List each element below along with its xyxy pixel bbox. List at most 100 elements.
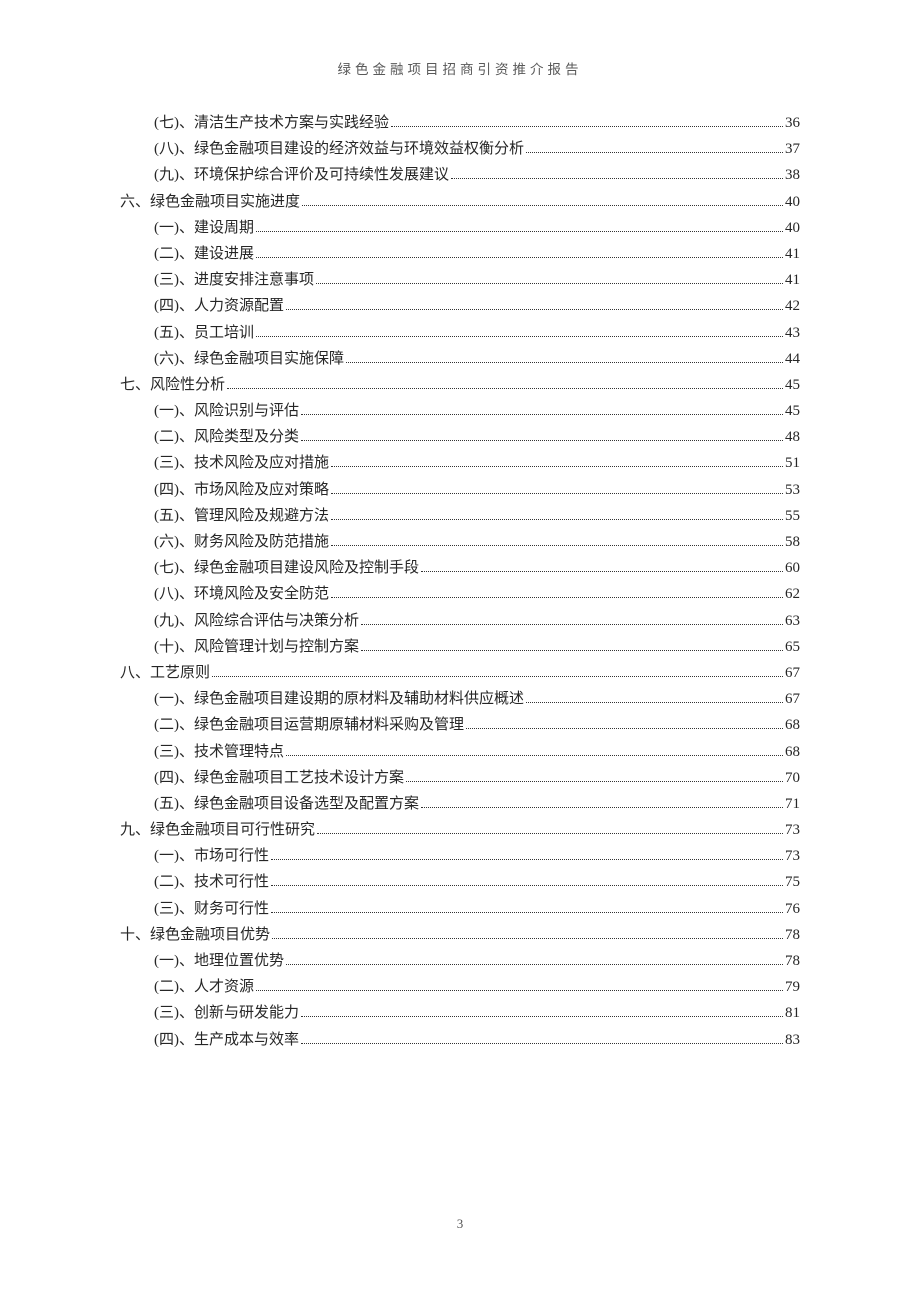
toc-leader-dots [526,143,783,154]
toc-entry-page: 83 [785,1033,800,1048]
toc-leader-dots [256,981,783,992]
toc-entry-page: 62 [785,587,800,602]
toc-entry-label: (二)、人才资源 [154,980,254,995]
toc-leader-dots [286,745,783,756]
toc-entry-page: 48 [785,430,800,445]
toc-entry-label: (三)、技术管理特点 [154,745,284,760]
toc-entry-page: 68 [785,718,800,733]
toc-entry-page: 81 [785,1006,800,1021]
toc-entry[interactable]: (二)、风险类型及分类48 [120,430,800,445]
toc-leader-dots [421,562,783,573]
toc-entry[interactable]: (二)、建设进展41 [120,247,800,262]
toc-entry[interactable]: (二)、人才资源 79 [120,980,800,995]
toc-entry-label: (四)、生产成本与效率 [154,1033,299,1048]
toc-entry-label: (五)、绿色金融项目设备选型及配置方案 [154,797,419,812]
toc-entry-page: 71 [785,797,800,812]
toc-entry[interactable]: 十、绿色金融项目优势 78 [120,928,800,943]
toc-entry[interactable]: (一)、建设周期40 [120,221,800,236]
toc-leader-dots [346,352,783,363]
toc-entry-label: (一)、地理位置优势 [154,954,284,969]
toc-entry[interactable]: (七)、绿色金融项目建设风险及控制手段 60 [120,561,800,576]
toc-entry[interactable]: (八)、环境风险及安全防范 62 [120,587,800,602]
toc-entry-page: 37 [785,142,800,157]
toc-leader-dots [331,588,783,599]
toc-leader-dots [271,850,783,861]
toc-leader-dots [406,771,783,782]
toc-entry-page: 73 [785,849,800,864]
toc-entry-page: 58 [785,535,800,550]
toc-entry-page: 38 [785,168,800,183]
toc-entry-label: (一)、市场可行性 [154,849,269,864]
toc-entry-page: 42 [785,299,800,314]
toc-entry[interactable]: (二)、绿色金融项目运营期原辅材料采购及管理68 [120,718,800,733]
toc-leader-dots [331,483,783,494]
toc-entry[interactable]: (七)、清洁生产技术方案与实践经验36 [120,116,800,131]
toc-entry-label: (二)、技术可行性 [154,875,269,890]
toc-entry[interactable]: (十)、风险管理计划与控制方案65 [120,640,800,655]
toc-entry-page: 60 [785,561,800,576]
toc-leader-dots [331,536,783,547]
toc-entry[interactable]: 九、绿色金融项目可行性研究73 [120,823,800,838]
toc-entry[interactable]: (四)、市场风险及应对策略53 [120,483,800,498]
toc-entry-page: 45 [785,404,800,419]
toc-leader-dots [361,640,783,651]
toc-entry-page: 79 [785,980,800,995]
toc-entry-page: 43 [785,326,800,341]
toc-entry[interactable]: 八、工艺原则 67 [120,666,800,681]
toc-entry-label: 八、工艺原则 [120,666,210,681]
toc-entry[interactable]: (三)、财务可行性76 [120,902,800,917]
toc-entry[interactable]: (九)、风险综合评估与决策分析63 [120,614,800,629]
toc-entry-label: (七)、绿色金融项目建设风险及控制手段 [154,561,419,576]
toc-entry[interactable]: (一)、地理位置优势78 [120,954,800,969]
toc-entry[interactable]: (九)、环境保护综合评价及可持续性发展建议38 [120,168,800,183]
toc-entry[interactable]: (三)、技术管理特点68 [120,745,800,760]
toc-leader-dots [256,326,783,337]
toc-entry[interactable]: (六)、绿色金融项目实施保障44 [120,352,800,367]
toc-entry-label: (四)、市场风险及应对策略 [154,483,329,498]
toc-entry[interactable]: (一)、市场可行性 73 [120,849,800,864]
toc-entry-page: 51 [785,456,800,471]
toc-entry-label: (十)、风险管理计划与控制方案 [154,640,359,655]
toc-entry-page: 78 [785,928,800,943]
toc-entry-page: 55 [785,509,800,524]
toc-entry-page: 41 [785,273,800,288]
toc-entry[interactable]: (一)、绿色金融项目建设期的原材料及辅助材料供应概述67 [120,692,800,707]
toc-entry[interactable]: 六、绿色金融项目实施进度40 [120,195,800,210]
toc-entry[interactable]: (八)、绿色金融项目建设的经济效益与环境效益权衡分析 37 [120,142,800,157]
toc-leader-dots [526,693,783,704]
toc-entry-page: 40 [785,221,800,236]
toc-entry-label: (六)、财务风险及防范措施 [154,535,329,550]
toc-entry-page: 75 [785,875,800,890]
page-header-title: 绿色金融项目招商引资推介报告 [120,58,800,78]
toc-leader-dots [227,378,783,389]
toc-leader-dots [466,719,783,730]
toc-entry-label: 六、绿色金融项目实施进度 [120,195,300,210]
toc-entry-label: (一)、绿色金融项目建设期的原材料及辅助材料供应概述 [154,692,524,707]
toc-entry[interactable]: (三)、技术风险及应对措施51 [120,456,800,471]
toc-entry[interactable]: 七、风险性分析45 [120,378,800,393]
toc-leader-dots [301,431,783,442]
toc-leader-dots [301,1007,783,1018]
toc-entry[interactable]: (四)、绿色金融项目工艺技术设计方案70 [120,771,800,786]
toc-entry-page: 41 [785,247,800,262]
toc-entry[interactable]: (五)、绿色金融项目设备选型及配置方案 71 [120,797,800,812]
toc-entry-label: (五)、员工培训 [154,326,254,341]
toc-entry[interactable]: (五)、员工培训 43 [120,326,800,341]
toc-entry-page: 36 [785,116,800,131]
toc-leader-dots [331,457,783,468]
toc-entry[interactable]: (五)、管理风险及规避方法55 [120,509,800,524]
toc-entry-label: (八)、绿色金融项目建设的经济效益与环境效益权衡分析 [154,142,524,157]
toc-entry[interactable]: (四)、人力资源配置42 [120,299,800,314]
toc-entry-label: (八)、环境风险及安全防范 [154,587,329,602]
toc-entry[interactable]: (三)、创新与研发能力81 [120,1006,800,1021]
toc-entry[interactable]: (一)、风险识别与评估45 [120,404,800,419]
toc-leader-dots [302,195,783,206]
toc-entry[interactable]: (三)、进度安排注意事项41 [120,273,800,288]
toc-leader-dots [286,955,783,966]
toc-leader-dots [331,509,783,520]
toc-entry[interactable]: (六)、财务风险及防范措施 58 [120,535,800,550]
toc-entry-page: 67 [785,666,800,681]
toc-entry[interactable]: (四)、生产成本与效率 83 [120,1033,800,1048]
toc-entry[interactable]: (二)、技术可行性 75 [120,875,800,890]
toc-entry-label: 十、绿色金融项目优势 [120,928,270,943]
